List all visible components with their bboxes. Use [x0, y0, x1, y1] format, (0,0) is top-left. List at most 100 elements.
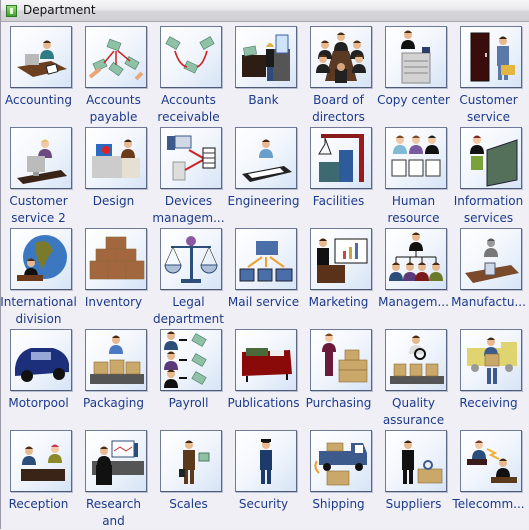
research-and-development-icon[interactable]: [85, 430, 147, 492]
board-of-directors-icon[interactable]: [310, 26, 372, 88]
shape-motorpool[interactable]: Motorpool: [1, 325, 76, 426]
design-icon[interactable]: [85, 127, 147, 189]
shape-label: Manufactu...: [451, 295, 526, 309]
shape-label: Accounts payable: [86, 93, 141, 124]
shape-management[interactable]: Managem...: [376, 224, 451, 325]
shipping-icon[interactable]: [310, 430, 372, 492]
shape-suppliers[interactable]: Suppliers: [376, 426, 451, 527]
shape-label: Quality assurance: [382, 396, 445, 427]
quality-assurance-icon[interactable]: [385, 329, 447, 391]
shape-security[interactable]: Security: [226, 426, 301, 527]
shape-design[interactable]: Design: [76, 123, 151, 224]
payroll-icon[interactable]: [160, 329, 222, 391]
shape-shipping[interactable]: Shipping: [301, 426, 376, 527]
shape-accounts-receivable[interactable]: Accounts receivable: [151, 22, 226, 124]
shape-copy-center[interactable]: Copy center: [376, 22, 451, 123]
shape-label: Mail service: [227, 295, 300, 309]
stencil-green-icon: [6, 5, 17, 17]
shape-international-division[interactable]: International division: [0, 224, 77, 326]
security-icon[interactable]: [235, 430, 297, 492]
human-resource-icon[interactable]: [385, 127, 447, 189]
shape-label: Devices managem...: [152, 194, 225, 225]
shape-label: Legal department: [153, 295, 224, 326]
shape-label: Telecomm...: [452, 497, 525, 511]
copy-center-icon[interactable]: [385, 26, 447, 88]
shape-label: Motorpool: [8, 396, 69, 410]
shape-label: Bank: [248, 93, 279, 107]
engineering-icon[interactable]: [235, 127, 297, 189]
mail-service-icon[interactable]: [235, 228, 297, 290]
accounting-icon[interactable]: [10, 26, 72, 88]
shape-label: Marketing: [308, 295, 369, 309]
shape-quality-assurance[interactable]: Quality assurance: [376, 325, 451, 427]
publications-icon[interactable]: [235, 329, 297, 391]
shape-mail-service[interactable]: Mail service: [226, 224, 301, 325]
shape-publications[interactable]: Publications: [226, 325, 301, 426]
scales-icon[interactable]: [160, 430, 222, 492]
shape-scales[interactable]: Scales: [151, 426, 226, 527]
bank-icon[interactable]: [235, 26, 297, 88]
shape-customer-service[interactable]: Customer service: [451, 22, 526, 124]
facilities-icon[interactable]: [310, 127, 372, 189]
shape-label: Purchasing: [305, 396, 372, 410]
shape-manufacturing[interactable]: Manufactu...: [451, 224, 526, 325]
shape-label: Copy center: [377, 93, 450, 107]
shape-customer-service-2[interactable]: Customer service 2: [1, 123, 76, 225]
international-division-icon[interactable]: [10, 228, 72, 290]
customer-service-2-icon[interactable]: [10, 127, 72, 189]
shape-board-of-directors[interactable]: Board of directors: [301, 22, 376, 124]
shape-accounting[interactable]: Accounting: [1, 22, 76, 123]
shape-label: Accounting: [4, 93, 72, 107]
suppliers-icon[interactable]: [385, 430, 447, 492]
shape-label: Information services: [453, 194, 524, 225]
shape-research-and-development[interactable]: Research and: [76, 426, 151, 528]
shape-label: Receiving: [459, 396, 518, 410]
motorpool-icon[interactable]: [10, 329, 72, 391]
shape-label: Research and: [85, 497, 142, 528]
manufacturing-icon[interactable]: [460, 228, 522, 290]
shape-label: Design: [92, 194, 135, 208]
shape-legal-department[interactable]: Legal department: [151, 224, 226, 326]
legal-department-icon[interactable]: [160, 228, 222, 290]
inventory-icon[interactable]: [85, 228, 147, 290]
shape-label: Human resource: [387, 194, 440, 225]
shape-label: Payroll: [168, 396, 209, 410]
marketing-icon[interactable]: [310, 228, 372, 290]
shape-engineering[interactable]: Engineering: [226, 123, 301, 224]
shape-label: Scales: [169, 497, 208, 511]
shape-payroll[interactable]: Payroll: [151, 325, 226, 426]
shape-accounts-payable[interactable]: Accounts payable: [76, 22, 151, 124]
shape-label: Facilities: [312, 194, 365, 208]
reception-icon[interactable]: [10, 430, 72, 492]
shape-receiving[interactable]: Receiving: [451, 325, 526, 426]
shape-bank[interactable]: Bank: [226, 22, 301, 123]
shape-human-resource[interactable]: Human resource: [376, 123, 451, 225]
shape-marketing[interactable]: Marketing: [301, 224, 376, 325]
shape-telecommunications[interactable]: Telecomm...: [451, 426, 526, 527]
shape-label: Suppliers: [385, 497, 442, 511]
shape-inventory[interactable]: Inventory: [76, 224, 151, 325]
shape-devices-management[interactable]: Devices managem...: [151, 123, 226, 225]
information-services-icon[interactable]: [460, 127, 522, 189]
receiving-icon[interactable]: [460, 329, 522, 391]
panel-header[interactable]: Department: [1, 0, 529, 22]
accounts-payable-icon[interactable]: [85, 26, 147, 88]
management-icon[interactable]: [385, 228, 447, 290]
packaging-icon[interactable]: [85, 329, 147, 391]
shape-label: Packaging: [83, 396, 144, 410]
shape-label: Board of directors: [312, 93, 365, 124]
devices-management-icon[interactable]: [160, 127, 222, 189]
shape-packaging[interactable]: Packaging: [76, 325, 151, 426]
shape-label: Shipping: [312, 497, 365, 511]
customer-service-icon[interactable]: [460, 26, 522, 88]
accounts-receivable-icon[interactable]: [160, 26, 222, 88]
telecommunications-icon[interactable]: [460, 430, 522, 492]
shape-label: Customer service: [459, 93, 518, 124]
shape-label: Engineering: [227, 194, 300, 208]
shape-purchasing[interactable]: Purchasing: [301, 325, 376, 426]
shape-facilities[interactable]: Facilities: [301, 123, 376, 224]
shape-reception[interactable]: Reception: [1, 426, 76, 527]
shape-information-services[interactable]: Information services: [451, 123, 526, 225]
shape-label: Customer service 2: [9, 194, 68, 225]
purchasing-icon[interactable]: [310, 329, 372, 391]
